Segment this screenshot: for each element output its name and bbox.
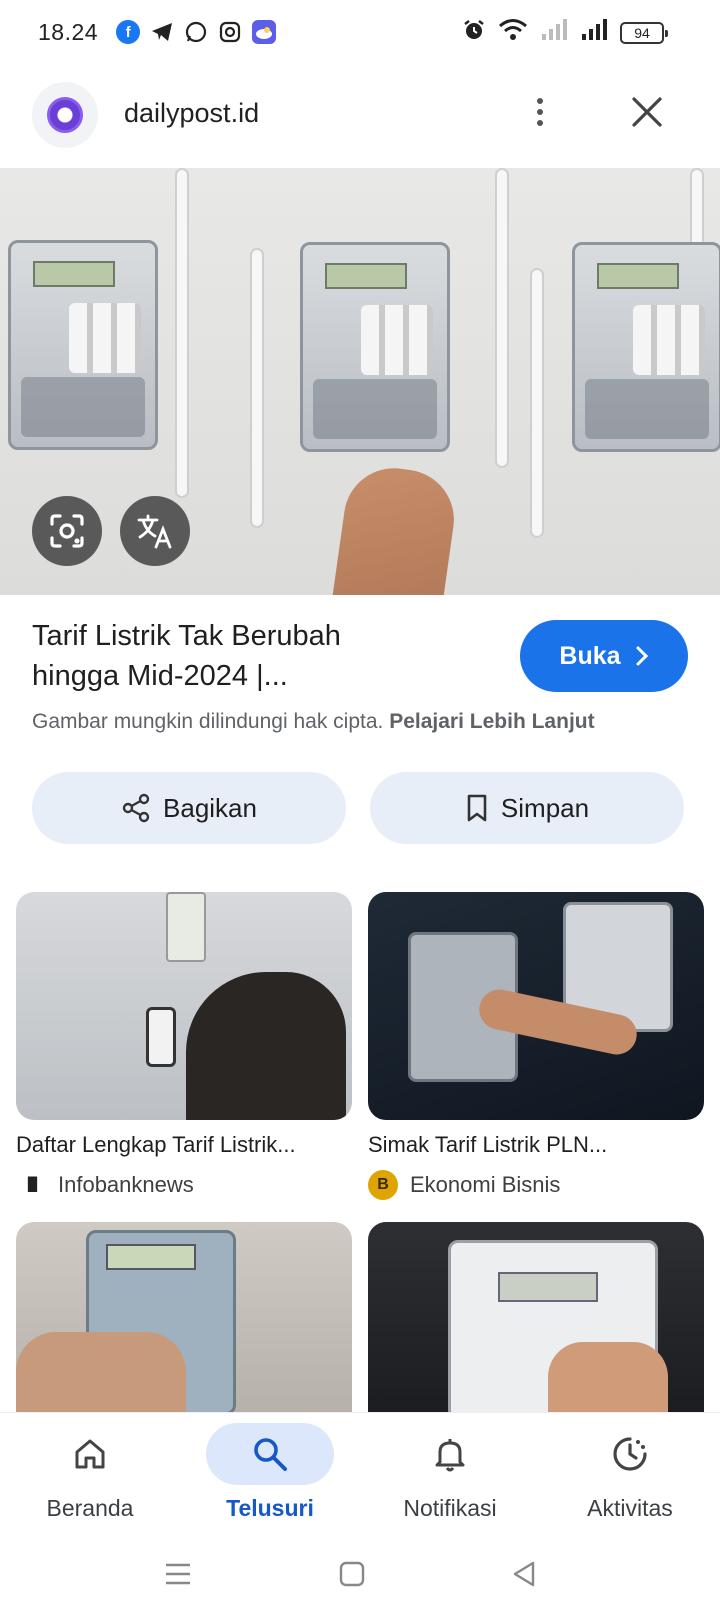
related-card[interactable]: Simak Tarif Listrik PLN... B Ekonomi Bis…: [368, 892, 704, 1200]
site-header: dailypost.id: [0, 78, 720, 150]
copyright-text: Gambar mungkin dilindungi hak cipta.: [32, 710, 384, 733]
close-icon: [632, 97, 662, 127]
related-thumbnail[interactable]: [368, 1222, 704, 1412]
ekonomi-bisnis-logo-icon: B: [368, 1170, 398, 1200]
close-button[interactable]: [630, 95, 664, 129]
hand-image: [309, 461, 461, 595]
related-source: III Infobanknews: [16, 1170, 352, 1200]
related-title: Simak Tarif Listrik PLN...: [368, 1132, 608, 1157]
save-button[interactable]: Simpan: [370, 772, 684, 844]
lens-icon: [50, 514, 84, 548]
back-triangle-icon: [513, 1561, 535, 1587]
related-thumbnail[interactable]: [16, 892, 352, 1120]
result-title-line2: hingga Mid-2024 |...: [32, 660, 288, 692]
learn-more-link[interactable]: Pelajari Lebih Lanjut: [389, 710, 594, 733]
site-favicon: [32, 82, 98, 148]
search-icon: [254, 1438, 287, 1471]
recents-button[interactable]: [158, 1554, 198, 1594]
nav-item-aktivitas[interactable]: Aktivitas: [550, 1423, 710, 1522]
telegram-icon: [150, 20, 174, 44]
meter-image-center: [300, 242, 450, 452]
copyright-notice: Gambar mungkin dilindungi hak cipta. Pel…: [32, 710, 595, 734]
related-title: Daftar Lengkap Tarif Listrik...: [16, 1132, 296, 1157]
share-label: Bagikan: [163, 792, 257, 823]
home-icon: [75, 1439, 105, 1469]
status-time: 18.24: [38, 18, 99, 45]
bookmark-icon: [467, 794, 487, 822]
related-card[interactable]: Daftar Lengkap Tarif Listrik... III Info…: [16, 892, 352, 1200]
more-options-button[interactable]: [520, 90, 560, 134]
facebook-icon: f: [116, 20, 141, 44]
translate-button[interactable]: [120, 496, 190, 566]
nav-label-telusuri: Telusuri: [226, 1495, 314, 1521]
related-thumbnail[interactable]: [368, 892, 704, 1120]
related-thumbnail[interactable]: [16, 1222, 352, 1412]
related-card[interactable]: [16, 1222, 352, 1412]
related-source: B Ekonomi Bisnis: [368, 1170, 704, 1200]
square-icon: [339, 1561, 365, 1587]
open-button[interactable]: Buka: [520, 620, 688, 692]
signal-weak-icon: [540, 18, 568, 47]
signal-icon: [580, 18, 608, 47]
site-domain[interactable]: dailypost.id: [124, 98, 259, 129]
result-title[interactable]: Tarif Listrik Tak Berubah hingga Mid-202…: [32, 616, 452, 696]
nav-item-notifikasi[interactable]: Notifikasi: [370, 1423, 530, 1522]
nav-label-beranda: Beranda: [46, 1495, 134, 1521]
hero-image[interactable]: [0, 168, 720, 595]
result-title-line1: Tarif Listrik Tak Berubah: [32, 620, 341, 652]
back-button[interactable]: [504, 1554, 544, 1594]
related-card[interactable]: [368, 1222, 704, 1412]
meter-image-left: [8, 240, 158, 450]
lens-button[interactable]: [32, 496, 102, 566]
nav-item-telusuri[interactable]: Telusuri: [190, 1423, 350, 1522]
status-app-icons: f: [116, 20, 277, 44]
battery-indicator: 94: [620, 21, 668, 44]
instagram-icon: [218, 20, 242, 44]
alarm-icon: [462, 18, 486, 47]
related-source-name: Infobanknews: [58, 1172, 194, 1197]
system-navigation: [0, 1534, 720, 1612]
translate-icon: [137, 514, 172, 549]
infobanknews-logo-icon: III: [16, 1170, 46, 1200]
chevron-right-icon: [636, 646, 648, 666]
menu-icon: [166, 1563, 190, 1585]
nav-label-aktivitas: Aktivitas: [587, 1495, 673, 1521]
weather-icon: [252, 20, 277, 44]
status-indicators: 94: [462, 18, 668, 47]
open-button-label: Buka: [559, 641, 621, 670]
save-label: Simpan: [500, 792, 590, 823]
bell-icon: [435, 1439, 465, 1472]
activity-icon: [613, 1437, 647, 1471]
nav-label-notifikasi: Notifikasi: [403, 1495, 497, 1521]
bottom-navigation: Beranda Telusuri Notifikasi Aktivitas: [0, 1412, 720, 1532]
nav-item-beranda[interactable]: Beranda: [10, 1423, 170, 1522]
share-icon: [122, 793, 150, 823]
related-source-name: Ekonomi Bisnis: [410, 1172, 561, 1197]
whatsapp-icon: [184, 20, 208, 44]
status-bar: 18.24 f 94: [0, 0, 720, 64]
wifi-icon: [498, 18, 528, 47]
meter-image-right: [572, 242, 720, 452]
home-button[interactable]: [332, 1554, 372, 1594]
share-button[interactable]: Bagikan: [32, 772, 346, 844]
